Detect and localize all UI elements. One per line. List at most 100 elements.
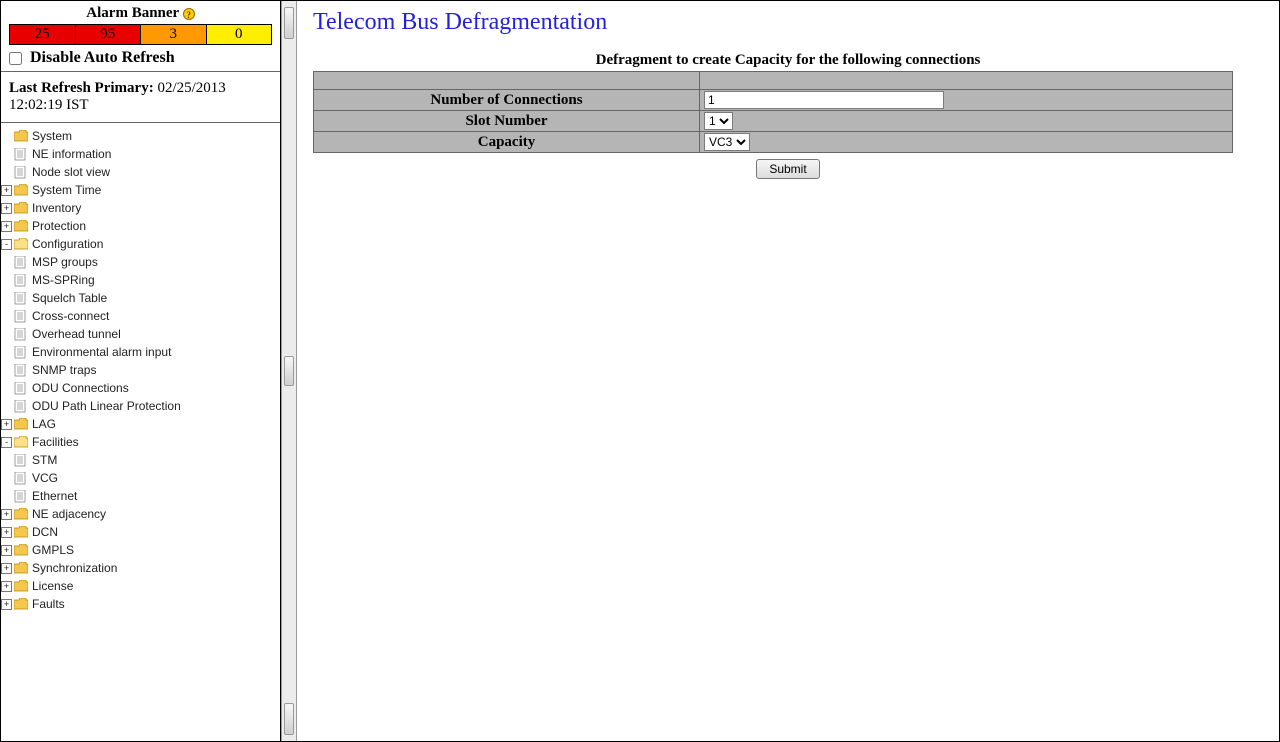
- tree-item-label[interactable]: GMPLS: [32, 543, 74, 557]
- tree-item-system[interactable]: System: [1, 127, 280, 145]
- expander-spacer: [1, 455, 12, 466]
- tree-item-label[interactable]: Configuration: [32, 237, 103, 251]
- tree-item-label[interactable]: Environmental alarm input: [32, 345, 171, 359]
- tree-item-overhead-tunnel[interactable]: Overhead tunnel: [1, 325, 280, 343]
- tree-item-label[interactable]: Synchronization: [32, 561, 117, 575]
- expand-icon[interactable]: +: [1, 509, 12, 520]
- alarm-cell-2[interactable]: 3: [141, 25, 207, 44]
- expander-spacer: [1, 329, 12, 340]
- tree-item-synchronization[interactable]: + Synchronization: [1, 559, 280, 577]
- splitter[interactable]: [281, 1, 297, 741]
- tree-item-label[interactable]: Faults: [32, 597, 65, 611]
- expand-icon[interactable]: +: [1, 545, 12, 556]
- nav-tree-scroll[interactable]: System NE information Node slot view + Syste…: [1, 122, 280, 741]
- folder-icon: [14, 508, 28, 520]
- tree-item-node-slot-view[interactable]: Node slot view: [1, 163, 280, 181]
- alarm-section: Alarm Banner ? 259530 Disable Auto Refre…: [1, 1, 280, 72]
- page-icon: [14, 310, 28, 322]
- tree-item-label[interactable]: Protection: [32, 219, 86, 233]
- alarm-cell-3[interactable]: 0: [207, 25, 272, 44]
- row-num-connections: Number of Connections: [314, 90, 1233, 111]
- tree-item-label[interactable]: LAG: [32, 417, 56, 431]
- page-icon: [14, 256, 28, 268]
- capacity-label: Capacity: [314, 132, 700, 153]
- expand-icon[interactable]: +: [1, 527, 12, 538]
- tree-item-label[interactable]: DCN: [32, 525, 58, 539]
- tree-item-label[interactable]: Facilities: [32, 435, 79, 449]
- tree-item-label[interactable]: ODU Path Linear Protection: [32, 399, 181, 413]
- tree-item-ms-spring[interactable]: MS-SPRing: [1, 271, 280, 289]
- tree-item-label[interactable]: License: [32, 579, 73, 593]
- tree-item-license[interactable]: + License: [1, 577, 280, 595]
- tree-item-cross-connect[interactable]: Cross-connect: [1, 307, 280, 325]
- left-panel: Alarm Banner ? 259530 Disable Auto Refre…: [1, 1, 281, 741]
- collapse-icon[interactable]: -: [1, 437, 12, 448]
- folder-icon: [14, 580, 28, 592]
- expand-icon[interactable]: +: [1, 221, 12, 232]
- tree-item-label[interactable]: System: [32, 129, 72, 143]
- tree-item-protection[interactable]: + Protection: [1, 217, 280, 235]
- form-caption: Defragment to create Capacity for the fo…: [313, 52, 1263, 69]
- tree-item-label[interactable]: Overhead tunnel: [32, 327, 121, 341]
- tree-item-label[interactable]: Ethernet: [32, 489, 77, 503]
- tree-item-label[interactable]: STM: [32, 453, 57, 467]
- help-icon[interactable]: ?: [183, 8, 195, 20]
- tree-item-label[interactable]: System Time: [32, 183, 101, 197]
- page-icon: [14, 148, 28, 160]
- tree-item-odu-path-linear-protection[interactable]: ODU Path Linear Protection: [1, 397, 280, 415]
- expander-spacer: [1, 167, 12, 178]
- folder-icon: [14, 184, 28, 196]
- tree-item-environmental-alarm-input[interactable]: Environmental alarm input: [1, 343, 280, 361]
- tree-item-faults[interactable]: + Faults: [1, 595, 280, 613]
- collapse-icon[interactable]: -: [1, 239, 12, 250]
- tree-item-label[interactable]: NE information: [32, 147, 111, 161]
- alarm-cell-0[interactable]: 25: [10, 25, 76, 44]
- folder-icon: [14, 562, 28, 574]
- tree-item-snmp-traps[interactable]: SNMP traps: [1, 361, 280, 379]
- alarm-banner-label: Alarm Banner: [86, 5, 179, 21]
- folder-icon: [14, 202, 28, 214]
- tree-item-stm[interactable]: STM: [1, 451, 280, 469]
- tree-item-label[interactable]: SNMP traps: [32, 363, 96, 377]
- tree-item-configuration[interactable]: - Configuration: [1, 235, 280, 253]
- tree-item-vcg[interactable]: VCG: [1, 469, 280, 487]
- tree-item-label[interactable]: MSP groups: [32, 255, 98, 269]
- expand-icon[interactable]: +: [1, 419, 12, 430]
- expand-icon[interactable]: +: [1, 599, 12, 610]
- disable-auto-refresh-checkbox[interactable]: [9, 52, 22, 65]
- tree-item-odu-connections[interactable]: ODU Connections: [1, 379, 280, 397]
- tree-item-label[interactable]: Squelch Table: [32, 291, 107, 305]
- tree-item-label[interactable]: Inventory: [32, 201, 81, 215]
- tree-item-facilities[interactable]: - Facilities: [1, 433, 280, 451]
- tree-item-ne-adjacency[interactable]: + NE adjacency: [1, 505, 280, 523]
- tree-item-squelch-table[interactable]: Squelch Table: [1, 289, 280, 307]
- tree-item-label[interactable]: VCG: [32, 471, 58, 485]
- expand-icon[interactable]: +: [1, 185, 12, 196]
- tree-item-label[interactable]: NE adjacency: [32, 507, 106, 521]
- expand-icon[interactable]: +: [1, 581, 12, 592]
- tree-item-inventory[interactable]: + Inventory: [1, 199, 280, 217]
- num-connections-input[interactable]: [704, 91, 944, 109]
- tree-item-label[interactable]: Cross-connect: [32, 309, 109, 323]
- expand-icon[interactable]: +: [1, 563, 12, 574]
- alarm-cell-1[interactable]: 95: [76, 25, 142, 44]
- capacity-select[interactable]: VC3: [704, 133, 750, 151]
- expander-spacer: [1, 347, 12, 358]
- row-capacity: Capacity VC3: [314, 132, 1233, 153]
- tree-item-msp-groups[interactable]: MSP groups: [1, 253, 280, 271]
- tree-item-label[interactable]: Node slot view: [32, 165, 110, 179]
- tree-item-gmpls[interactable]: + GMPLS: [1, 541, 280, 559]
- tree-item-ne-information[interactable]: NE information: [1, 145, 280, 163]
- slot-number-select[interactable]: 1: [704, 112, 733, 130]
- disable-auto-refresh[interactable]: Disable Auto Refresh: [9, 49, 272, 67]
- tree-item-label[interactable]: ODU Connections: [32, 381, 129, 395]
- tree-item-label[interactable]: MS-SPRing: [32, 273, 95, 287]
- tree-item-ethernet[interactable]: Ethernet: [1, 487, 280, 505]
- tree-item-system-time[interactable]: + System Time: [1, 181, 280, 199]
- submit-button[interactable]: Submit: [756, 159, 819, 179]
- tree-item-dcn[interactable]: + DCN: [1, 523, 280, 541]
- tree-item-lag[interactable]: + LAG: [1, 415, 280, 433]
- expand-icon[interactable]: +: [1, 203, 12, 214]
- expander-spacer: [1, 311, 12, 322]
- expander-spacer: [1, 293, 12, 304]
